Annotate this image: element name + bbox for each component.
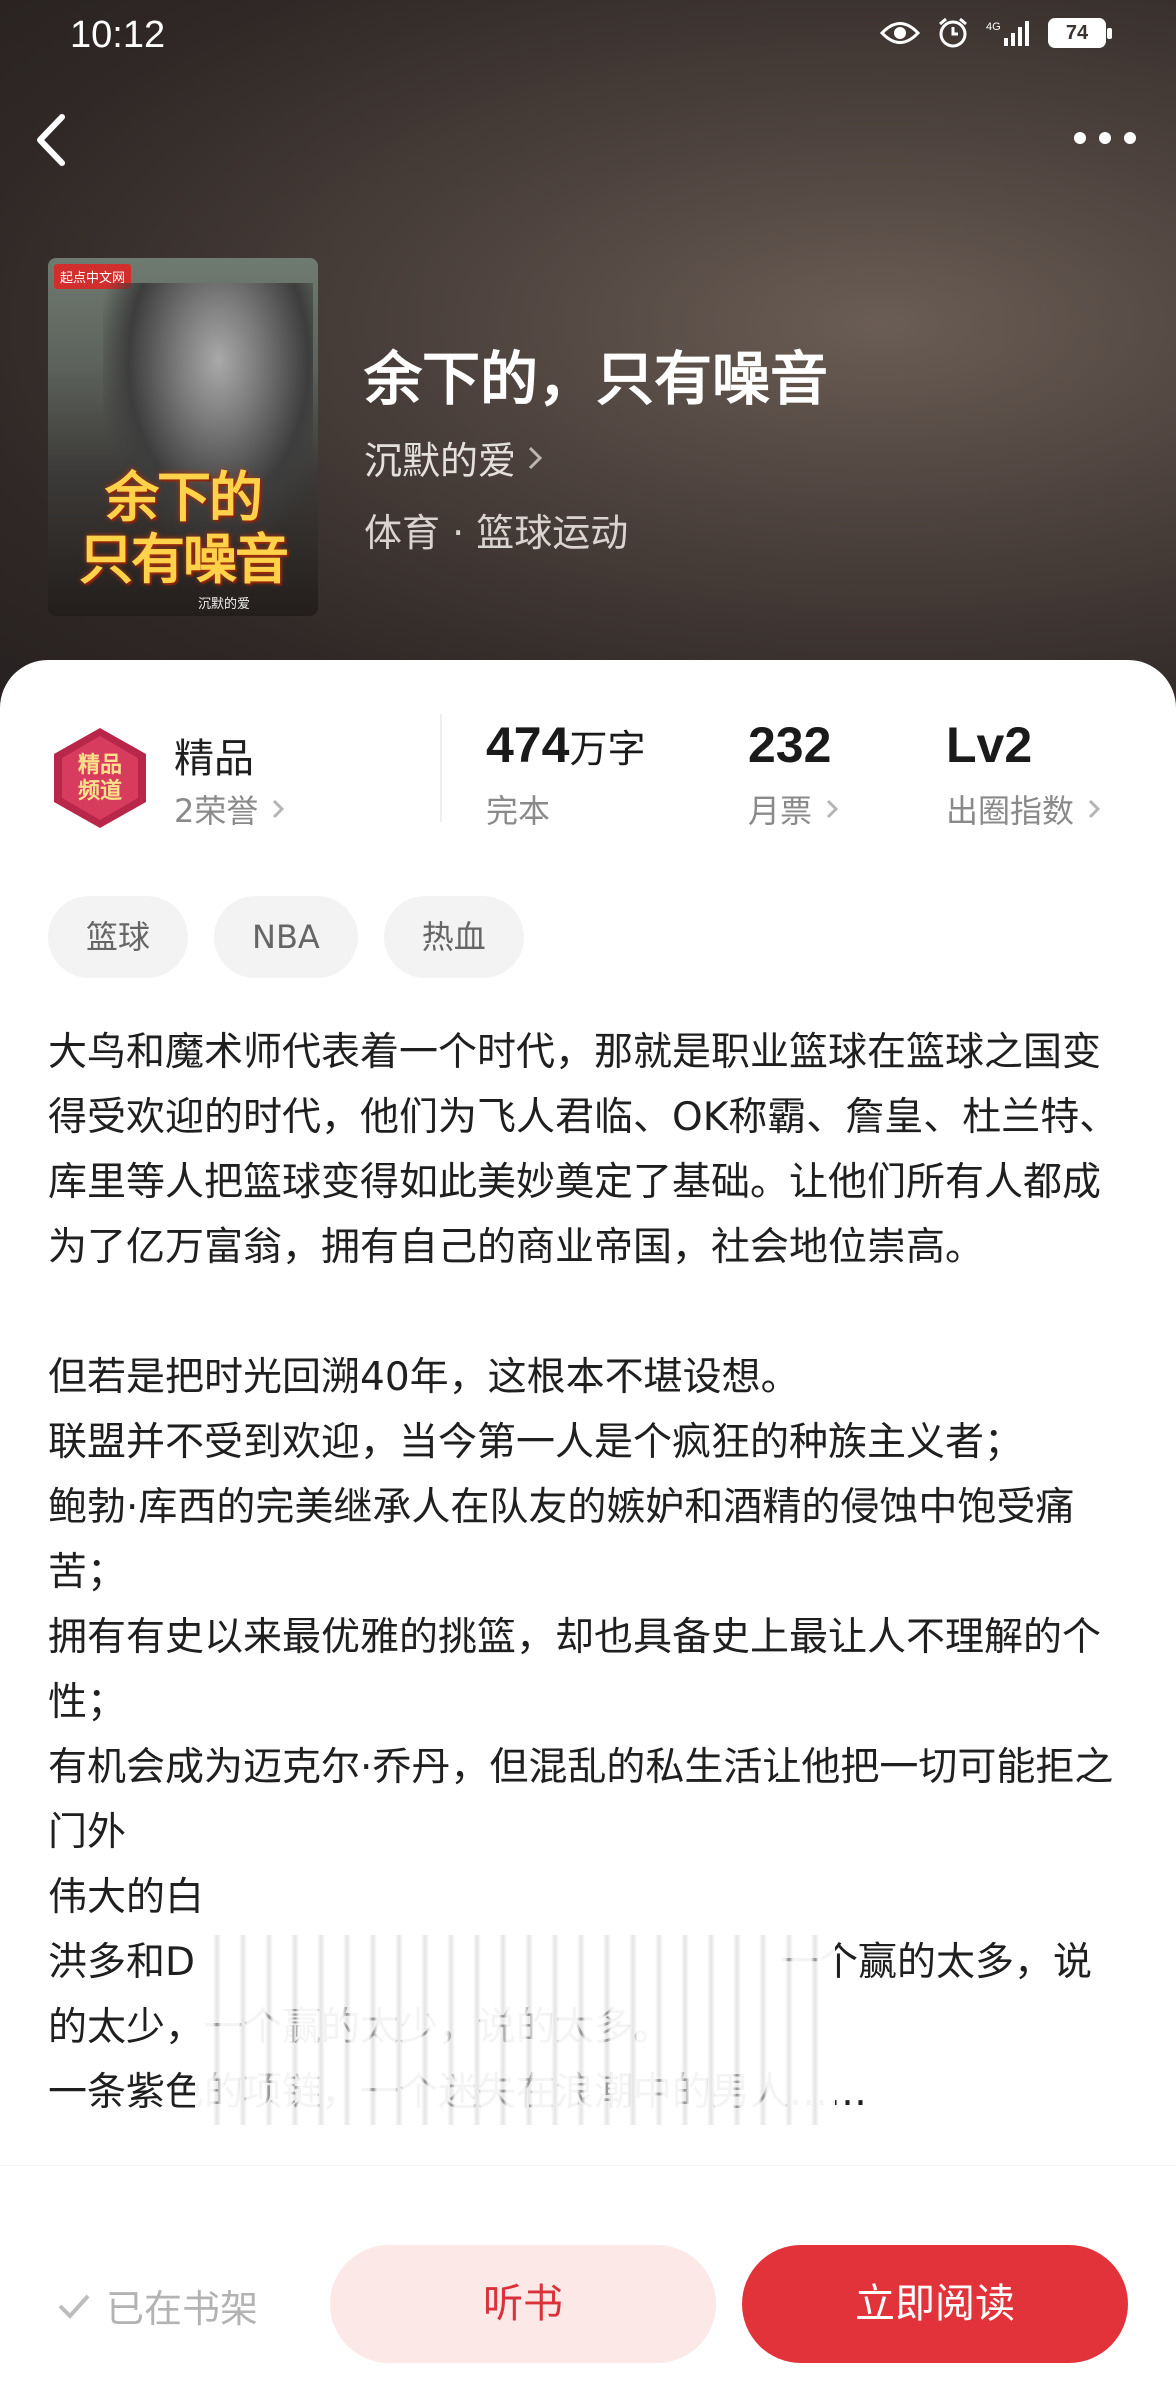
tag-basketball[interactable]: 篮球 <box>48 896 189 978</box>
cover-title-line-2: 只有噪音 <box>79 527 289 591</box>
cover-title-line-1: 余下的 <box>105 465 263 529</box>
word-count-unit: 万字 <box>569 729 646 771</box>
network-type-text: 4G <box>986 21 1001 33</box>
popularity-index-label: 出圈指数 <box>946 792 1075 830</box>
more-button[interactable] <box>1070 118 1140 158</box>
chevron-right-icon <box>826 799 839 819</box>
back-button[interactable] <box>28 105 78 175</box>
book-category: 体育 · 篮球运动 <box>364 511 629 555</box>
svg-text:精品: 精品 <box>78 752 122 778</box>
completion-status: 完本 <box>486 792 551 830</box>
tag-nba[interactable]: NBA <box>214 896 358 978</box>
eye-icon <box>880 20 920 46</box>
cover-author: 沉默的爱 <box>198 597 251 612</box>
monthly-ticket-stat[interactable]: 232 月票 <box>748 716 846 832</box>
popularity-index-value: Lv2 <box>946 717 1033 773</box>
check-icon <box>58 2294 90 2319</box>
author-name: 沉默的爱 <box>364 439 517 483</box>
status-bar: 10:12 4G 74 <box>0 0 1176 72</box>
more-dots-icon <box>1074 132 1136 144</box>
author-link[interactable]: 沉默的爱 <box>364 430 544 485</box>
listen-button[interactable]: 听书 <box>330 2245 716 2363</box>
monthly-ticket-label: 月票 <box>748 792 813 830</box>
tag-list: 篮球 NBA 热血 <box>48 896 524 978</box>
book-cover[interactable]: 起点中文网 余下的 只有噪音 沉默的爱 <box>48 258 318 616</box>
chevron-right-icon <box>1088 799 1101 819</box>
stat-divider <box>440 714 442 822</box>
battery-indicator: 74 <box>1048 18 1112 48</box>
status-time: 10:12 <box>70 14 166 56</box>
in-bookshelf-button[interactable]: 已在书架 <box>56 2278 258 2333</box>
premium-channel-badge-icon[interactable]: 精品 频道 <box>50 726 150 830</box>
badge-title: 精品 <box>174 736 254 782</box>
word-count-value: 474万字 <box>486 717 646 773</box>
cover-title-art: 余下的 只有噪音 <box>48 466 318 590</box>
read-now-button[interactable]: 立即阅读 <box>742 2245 1128 2363</box>
monthly-ticket-value: 232 <box>748 717 832 773</box>
popularity-index-link: 出圈指数 <box>946 786 1108 832</box>
in-bookshelf-label: 已在书架 <box>106 2287 259 2331</box>
monthly-ticket-link: 月票 <box>748 786 846 832</box>
chevron-left-icon <box>37 114 65 166</box>
status-icons: 4G 74 <box>880 16 1112 50</box>
svg-text:频道: 频道 <box>78 778 122 804</box>
chevron-right-icon <box>273 799 285 819</box>
alarm-icon <box>936 16 970 50</box>
obscured-text-overlay <box>195 1935 835 2125</box>
honor-count: 2荣誉 <box>174 792 259 830</box>
honor-link[interactable]: 2荣誉 <box>174 786 292 832</box>
chevron-right-icon <box>528 446 543 469</box>
word-count-stat: 474万字 完本 <box>486 716 645 832</box>
popularity-index-stat[interactable]: Lv2 出圈指数 <box>946 716 1108 832</box>
tag-hot-blooded[interactable]: 热血 <box>383 896 524 978</box>
book-title: 余下的，只有噪音 <box>364 345 829 413</box>
signal-icon: 4G <box>986 18 1032 48</box>
